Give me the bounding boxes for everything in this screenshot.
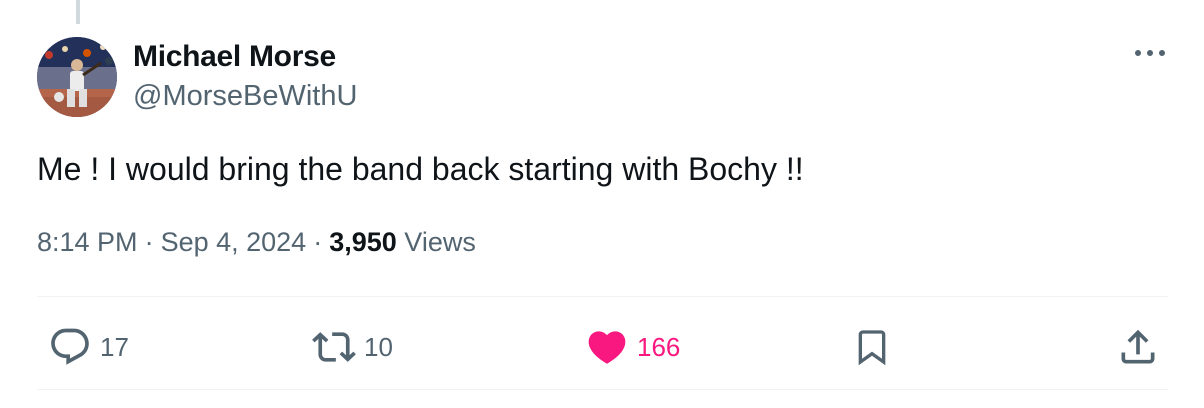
reply-icon <box>51 328 89 365</box>
retweet-count: 10 <box>364 331 393 362</box>
retweet-icon <box>312 332 356 362</box>
tweet-date[interactable]: Sep 4, 2024 <box>161 227 307 257</box>
share-button[interactable] <box>1116 325 1160 369</box>
divider <box>37 389 1168 390</box>
more-horizontal-icon <box>1135 50 1165 56</box>
reply-button[interactable]: 17 <box>48 325 129 369</box>
bookmark-button[interactable] <box>852 325 892 369</box>
meta-separator: · <box>313 227 323 257</box>
meta-separator: · <box>144 227 154 257</box>
avatar[interactable] <box>37 37 117 117</box>
divider <box>37 296 1168 297</box>
tweet-text: Me ! I would bring the band back startin… <box>37 151 804 187</box>
avatar-photo <box>37 37 117 117</box>
author-handle[interactable]: @MorseBeWithU <box>133 80 357 113</box>
retweet-button[interactable]: 10 <box>312 325 393 369</box>
bookmark-icon <box>858 330 886 366</box>
share-icon <box>1121 329 1155 364</box>
like-button[interactable]: 166 <box>585 325 680 369</box>
views-label: Views <box>404 227 476 257</box>
views-count[interactable]: 3,950 <box>329 227 397 257</box>
tweet-meta: 8:14 PM · Sep 4, 2024 · 3,950 Views <box>37 227 476 258</box>
reply-count: 17 <box>100 331 129 362</box>
more-options-button[interactable] <box>1126 38 1174 68</box>
thread-connector-line <box>76 0 80 24</box>
author-display-name[interactable]: Michael Morse <box>133 40 336 74</box>
like-count: 166 <box>637 331 681 362</box>
tweet-time[interactable]: 8:14 PM <box>37 227 138 257</box>
heart-filled-icon <box>588 331 626 364</box>
